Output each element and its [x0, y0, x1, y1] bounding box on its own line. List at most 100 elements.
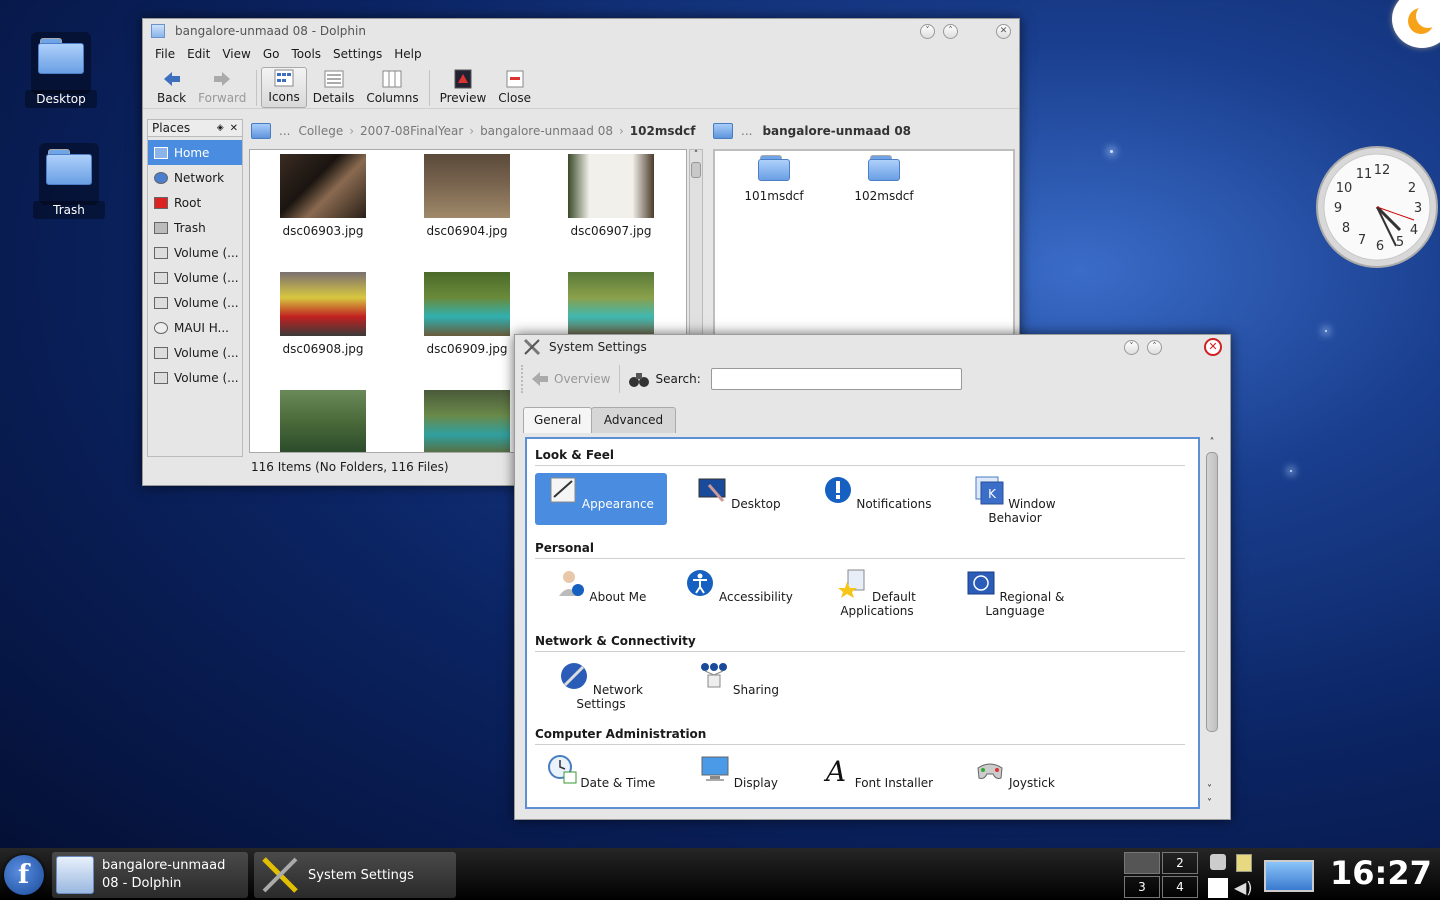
back-button[interactable]: Back — [151, 69, 192, 108]
volume-tray-icon[interactable]: ◀) — [1234, 878, 1253, 897]
module-display[interactable]: Display — [673, 752, 805, 804]
place-maui[interactable]: MAUI H... — [148, 315, 242, 340]
crumb-event[interactable]: bangalore-unmaad 08 — [480, 124, 613, 138]
pager-desktop-4[interactable]: 4 — [1162, 876, 1198, 898]
maximize-button[interactable]: ˄ — [1147, 339, 1162, 355]
weather-moon-icon[interactable] — [1392, 0, 1440, 48]
scroll-up-icon[interactable]: ˄ — [690, 150, 702, 160]
file-item[interactable] — [546, 272, 676, 342]
module-default-applications[interactable]: Default Applications — [811, 566, 943, 618]
close-window-button[interactable]: ✕ — [1204, 338, 1222, 356]
desktop-icon-label: Desktop — [25, 90, 97, 108]
module-network-settings[interactable]: Network Settings — [535, 659, 667, 711]
digital-clock[interactable]: 16:27 — [1330, 854, 1432, 892]
analog-clock-widget[interactable]: 12 2 3 456 789 1011 — [1314, 144, 1440, 270]
place-trash[interactable]: Trash — [148, 215, 242, 240]
pager-desktop-3[interactable]: 3 — [1124, 876, 1160, 898]
place-volume[interactable]: Volume (... — [148, 365, 242, 390]
minimize-button[interactable]: ˅ — [920, 23, 935, 39]
place-network[interactable]: Network — [148, 165, 242, 190]
menu-file[interactable]: File — [149, 47, 181, 61]
search-input[interactable] — [710, 368, 962, 390]
scroll-thumb[interactable] — [1206, 452, 1218, 732]
menu-help[interactable]: Help — [388, 47, 427, 61]
close-window-button[interactable]: ✕ — [996, 23, 1011, 39]
pager-desktop-1[interactable] — [1124, 852, 1160, 874]
place-volume[interactable]: Volume (... — [148, 340, 242, 365]
place-volume[interactable]: Volume (... — [148, 265, 242, 290]
image-thumbnail — [424, 390, 510, 452]
module-joystick[interactable]: Joystick — [949, 752, 1081, 804]
close-panel-icon[interactable]: ✕ — [230, 123, 238, 134]
module-window-behavior[interactable]: K Window Behavior — [949, 473, 1081, 525]
place-volume[interactable]: Volume (... — [148, 290, 242, 315]
icons-view-button[interactable]: Icons — [261, 67, 307, 108]
home-icon[interactable] — [251, 123, 271, 139]
breadcrumb-right[interactable]: ... bangalore-unmaad 08 — [713, 123, 911, 139]
breadcrumb-left[interactable]: ... College › 2007-08FinalYear › bangalo… — [251, 123, 695, 139]
scroll-down-icon[interactable]: ˅ — [1207, 784, 1212, 795]
place-volume[interactable]: Volume (... — [148, 240, 242, 265]
close-split-button[interactable]: Close — [492, 69, 537, 108]
arrow-right-icon — [214, 72, 231, 86]
menu-view[interactable]: View — [216, 47, 256, 61]
float-panel-icon[interactable]: ◈ — [217, 123, 224, 133]
file-item[interactable] — [402, 390, 532, 452]
trash-desktop-icon[interactable]: Trash — [33, 143, 105, 219]
place-home[interactable]: Home — [148, 140, 242, 165]
module-font-installer[interactable]: A Font Installer — [811, 752, 943, 804]
task-system-settings[interactable]: System Settings — [254, 852, 456, 898]
file-item[interactable]: dsc06904.jpg — [402, 154, 532, 238]
crumb-current[interactable]: bangalore-unmaad 08 — [762, 124, 911, 138]
minimize-button[interactable]: ˅ — [1124, 339, 1139, 355]
network-tray-icon[interactable] — [1210, 854, 1226, 870]
module-about-me[interactable]: About Me — [535, 566, 667, 618]
columns-view-button[interactable]: Columns — [360, 69, 424, 108]
module-regional-language[interactable]: Regional & Language — [949, 566, 1081, 618]
module-notifications[interactable]: Notifications — [811, 473, 943, 525]
crumb-current[interactable]: 102msdcf — [630, 124, 696, 138]
file-item[interactable]: dsc06907.jpg — [546, 154, 676, 238]
module-sharing[interactable]: Sharing — [673, 659, 805, 711]
details-view-icon — [324, 70, 344, 88]
forward-button[interactable]: Forward — [192, 69, 252, 108]
file-item[interactable]: dsc06903.jpg — [258, 154, 388, 238]
module-accessibility[interactable]: Accessibility — [673, 566, 805, 618]
preview-button[interactable]: Preview — [434, 69, 493, 108]
menu-tools[interactable]: Tools — [285, 47, 327, 61]
crumb-college[interactable]: College — [298, 124, 343, 138]
maximize-button[interactable]: ˄ — [943, 23, 958, 39]
fedora-launcher-icon[interactable]: f — [4, 855, 44, 895]
tab-general[interactable]: General — [523, 407, 593, 433]
scroll-thumb[interactable] — [691, 162, 701, 178]
settings-titlebar[interactable]: System Settings ˅ ˄ ✕ — [515, 335, 1230, 359]
pager-desktop-2[interactable]: 2 — [1162, 852, 1198, 874]
notification-tray-icon[interactable] — [1208, 878, 1228, 898]
settings-scrollbar[interactable]: ˄ ˅ ˅ — [1204, 437, 1220, 811]
file-item[interactable]: dsc06908.jpg — [258, 272, 388, 356]
menu-settings[interactable]: Settings — [327, 47, 388, 61]
module-date-time[interactable]: Date & Time — [535, 752, 667, 804]
menu-edit[interactable]: Edit — [181, 47, 216, 61]
module-desktop[interactable]: Desktop — [673, 473, 805, 525]
clipboard-tray-icon[interactable] — [1236, 854, 1252, 872]
drive-icon — [154, 271, 168, 284]
scroll-down-icon[interactable]: ˅ — [1207, 798, 1212, 809]
folder-item[interactable]: 102msdcf — [819, 155, 949, 203]
file-item[interactable] — [258, 390, 388, 452]
desktop-folder-icon[interactable]: Desktop — [25, 32, 97, 108]
details-view-button[interactable]: Details — [307, 69, 361, 108]
place-root[interactable]: Root — [148, 190, 242, 215]
show-desktop-icon[interactable] — [1264, 860, 1314, 892]
menu-go[interactable]: Go — [257, 47, 286, 61]
file-item[interactable]: dsc06909.jpg — [402, 272, 532, 356]
task-dolphin[interactable]: bangalore-unmaad 08 - Dolphin — [52, 852, 248, 898]
tab-advanced[interactable]: Advanced — [591, 407, 676, 433]
file-view-right[interactable]: 101msdcf 102msdcf — [713, 149, 1015, 339]
module-appearance[interactable]: Appearance — [535, 473, 667, 525]
home-icon[interactable] — [713, 123, 733, 139]
overview-button[interactable]: Overview — [531, 371, 611, 387]
crumb-year[interactable]: 2007-08FinalYear — [360, 124, 463, 138]
dolphin-titlebar[interactable]: bangalore-unmaad 08 - Dolphin ˅ ˄ ✕ — [143, 19, 1019, 43]
scroll-up-icon[interactable]: ˄ — [1204, 437, 1220, 448]
